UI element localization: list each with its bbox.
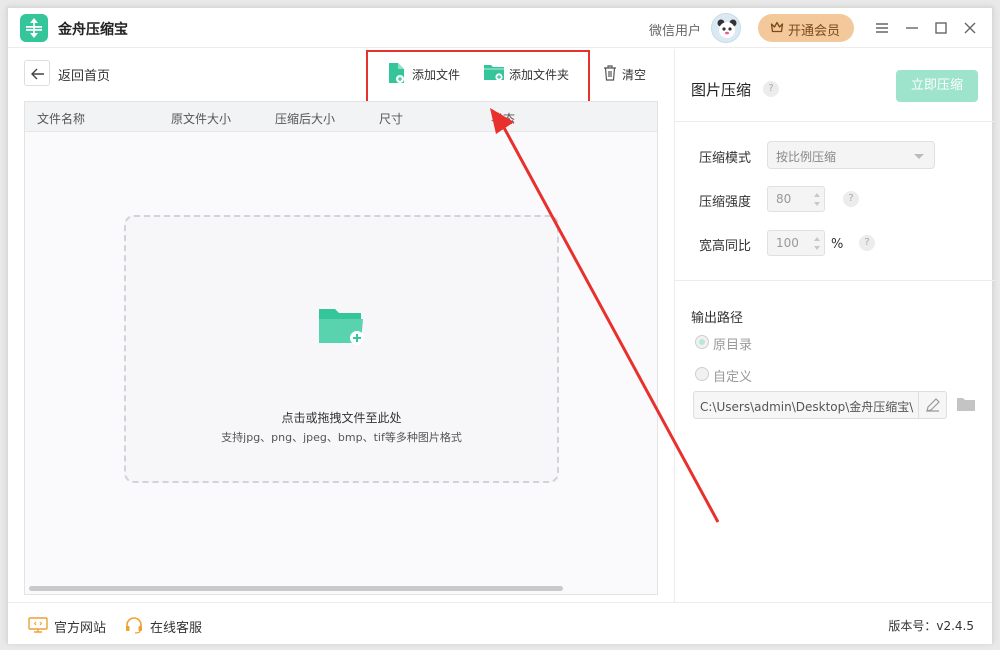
- col-original-size: 原文件大小: [171, 112, 232, 126]
- ratio-stepper[interactable]: 100: [767, 230, 825, 256]
- vip-label: 开通会员: [788, 24, 841, 39]
- panel-title: 图片压缩: [691, 81, 752, 99]
- folder-add-icon: [319, 309, 364, 345]
- strength-label: 压缩强度: [699, 195, 752, 210]
- maximize-icon[interactable]: [931, 18, 951, 38]
- stepper-down-icon[interactable]: [814, 246, 820, 250]
- back-button[interactable]: [24, 60, 50, 86]
- folder-icon: [957, 398, 975, 411]
- divider: [675, 280, 995, 281]
- stepper-down-icon[interactable]: [814, 202, 820, 206]
- clear-label: 清空: [622, 68, 647, 82]
- drop-zone-formats: 支持jpg、png、jpeg、bmp、tif等多种图片格式: [221, 431, 462, 444]
- col-compressed-size: 压缩后大小: [275, 112, 336, 126]
- crown-icon: [770, 21, 784, 33]
- mode-value: 按比例压缩: [776, 150, 837, 164]
- drop-zone-title: 点击或拖拽文件至此处: [281, 411, 402, 425]
- minimize-icon[interactable]: [902, 18, 922, 38]
- chevron-down-icon: [914, 154, 924, 159]
- app-title: 金舟压缩宝: [58, 22, 128, 38]
- ratio-value: 100: [776, 236, 799, 250]
- menu-icon[interactable]: [872, 18, 892, 38]
- col-dimensions: 尺寸: [379, 112, 404, 126]
- col-status: 状态: [491, 112, 516, 126]
- app-logo-icon: [20, 14, 48, 42]
- compress-now-button[interactable]: 立即压缩: [896, 70, 978, 102]
- ratio-unit: %: [831, 237, 844, 252]
- ratio-help-icon[interactable]: ?: [859, 235, 875, 251]
- file-table: 文件名称 原文件大小 压缩后大小 尺寸 状态 点击或拖拽文件至此处 支持jpg、…: [24, 101, 658, 595]
- avatar[interactable]: [711, 13, 741, 43]
- trash-icon: [604, 65, 616, 81]
- output-path-value: C:\Users\admin\Desktop\金舟压缩宝\: [700, 400, 914, 414]
- clear-button[interactable]: 清空: [602, 62, 652, 84]
- stepper-up-icon[interactable]: [814, 193, 820, 197]
- output-path-title: 输出路径: [691, 311, 744, 326]
- title-bar: 金舟压缩宝 微信用户 开通会员: [8, 8, 992, 48]
- monitor-icon: [28, 617, 48, 633]
- radio-original-dir[interactable]: [695, 335, 709, 349]
- headset-icon: [126, 617, 142, 634]
- edit-path-button[interactable]: [918, 392, 946, 418]
- back-label[interactable]: 返回首页: [58, 65, 110, 84]
- vip-button[interactable]: 开通会员: [758, 14, 854, 42]
- official-site-label: 官方网站: [54, 621, 107, 636]
- stepper-up-icon[interactable]: [814, 237, 820, 241]
- annotation-highlight-box: [366, 50, 590, 107]
- arrow-left-icon: [31, 68, 44, 80]
- mode-label: 压缩模式: [699, 151, 752, 166]
- close-icon[interactable]: [960, 18, 980, 38]
- radio-custom-dir[interactable]: [695, 367, 709, 381]
- radio-original-label[interactable]: 原目录: [713, 334, 752, 353]
- strength-stepper[interactable]: 80: [767, 186, 825, 212]
- version-label: 版本号：v2.4.5: [888, 619, 974, 633]
- strength-help-icon[interactable]: ?: [843, 191, 859, 207]
- browse-folder-button[interactable]: [956, 396, 976, 416]
- pen-icon: [926, 398, 940, 412]
- horizontal-scrollbar[interactable]: [29, 586, 563, 591]
- radio-custom-label[interactable]: 自定义: [713, 366, 752, 385]
- app-window: 金舟压缩宝 微信用户 开通会员 返回首页 添加文件 添加文件夹 清空 文件名称 …: [7, 7, 995, 644]
- settings-panel: 图片压缩 ? 立即压缩 压缩模式 按比例压缩 压缩强度 80 ? 宽高同比 10…: [674, 49, 995, 602]
- user-name[interactable]: 微信用户: [649, 20, 701, 39]
- drop-zone[interactable]: 点击或拖拽文件至此处 支持jpg、png、jpeg、bmp、tif等多种图片格式: [124, 215, 559, 483]
- file-panel: 返回首页 添加文件 添加文件夹 清空 文件名称 原文件大小 压缩后大小 尺寸 状…: [8, 49, 674, 602]
- mode-select[interactable]: 按比例压缩: [767, 141, 935, 169]
- help-icon[interactable]: ?: [763, 81, 779, 97]
- divider: [675, 121, 995, 122]
- table-header: 文件名称 原文件大小 压缩后大小 尺寸 状态: [25, 102, 657, 132]
- online-support-label: 在线客服: [150, 621, 203, 636]
- ratio-label: 宽高同比: [699, 239, 752, 254]
- output-path-field[interactable]: C:\Users\admin\Desktop\金舟压缩宝\: [693, 391, 947, 419]
- footer: 官方网站 在线客服 版本号：v2.4.5: [8, 602, 992, 644]
- strength-value: 80: [776, 192, 792, 206]
- col-file-name: 文件名称: [37, 112, 86, 126]
